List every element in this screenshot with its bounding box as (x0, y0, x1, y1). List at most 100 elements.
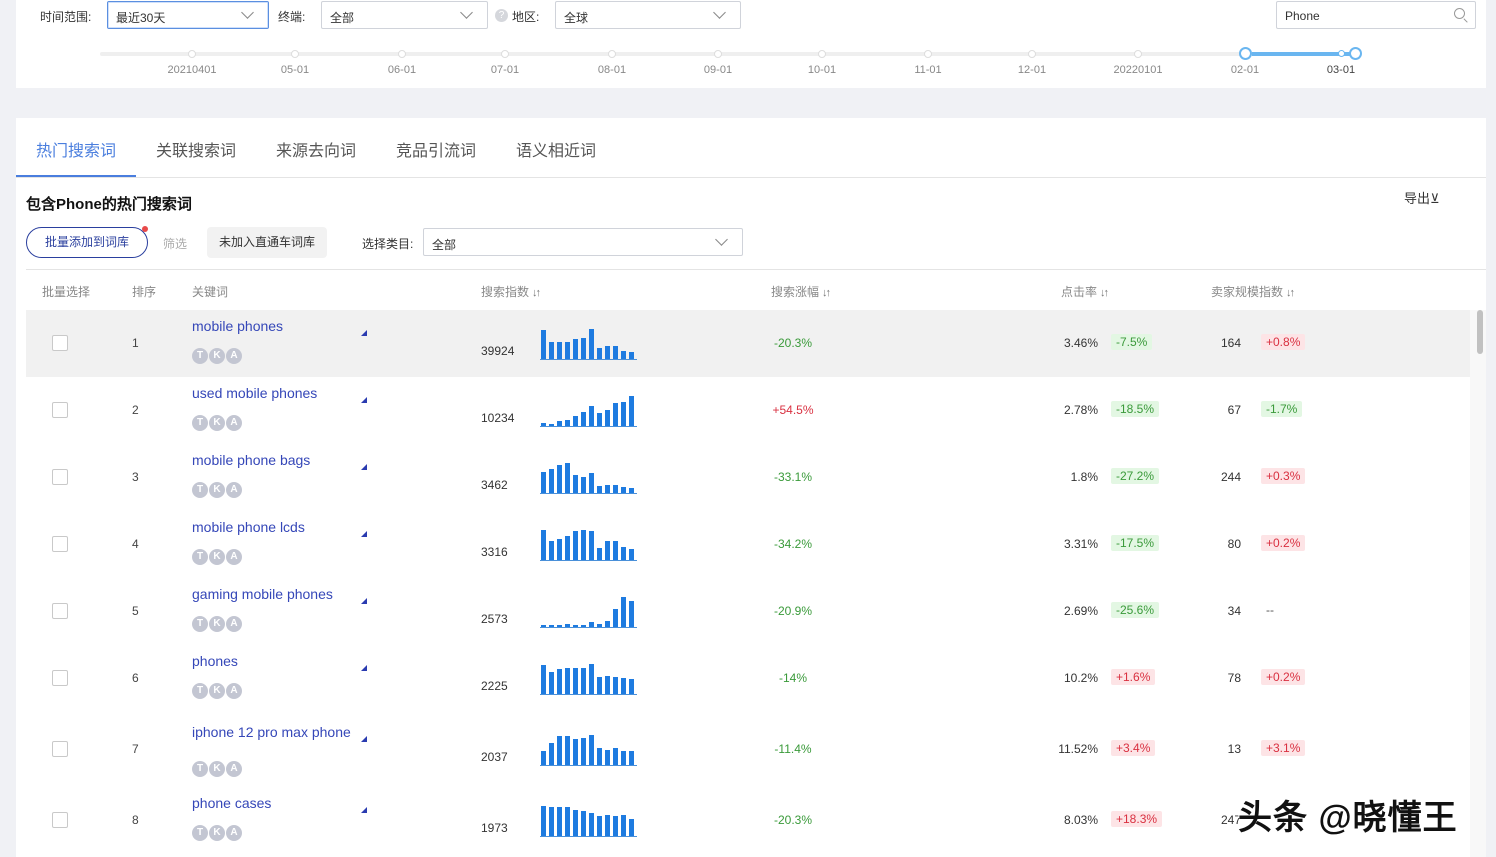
timeline-label[interactable]: 07-01 (491, 64, 519, 76)
badge-a-icon[interactable]: A (226, 825, 242, 841)
trend-sparkline[interactable] (540, 462, 637, 494)
badge-a-icon[interactable]: A (226, 348, 242, 364)
timeline-tick[interactable] (608, 50, 616, 58)
timeline-label[interactable]: 09-01 (704, 64, 732, 76)
badge-a-icon[interactable]: A (226, 415, 242, 431)
timeline-label[interactable]: 12-01 (1018, 64, 1046, 76)
keyword-link[interactable]: mobile phone lcds (192, 520, 352, 534)
badge-k-icon[interactable]: K (209, 683, 225, 699)
expand-triangle-icon[interactable] (361, 397, 367, 403)
badge-k-icon[interactable]: K (209, 415, 225, 431)
keyword-link[interactable]: gaming mobile phones (192, 587, 352, 601)
table-row[interactable]: 1 mobile phones T K A 39924 -20.3% 3.46% -7.5% 16… (26, 310, 1478, 377)
timeline-start-handle[interactable] (1239, 47, 1252, 60)
badge-a-icon[interactable]: A (226, 761, 242, 777)
table-row[interactable]: 3 mobile phone bags T K A 3462 -33.1% 1.8% -27.2… (26, 444, 1478, 511)
time-range-select[interactable]: 最近30天 (107, 1, 269, 29)
keyword-link[interactable]: used mobile phones (192, 386, 352, 400)
badge-a-icon[interactable]: A (226, 482, 242, 498)
timeline-tick[interactable] (1028, 50, 1036, 58)
badge-a-icon[interactable]: A (226, 683, 242, 699)
trend-sparkline[interactable] (540, 395, 637, 427)
trend-sparkline[interactable] (540, 805, 637, 837)
keyword-link[interactable]: phones (192, 654, 352, 668)
timeline-tick[interactable] (398, 50, 406, 58)
timeline-end-handle[interactable] (1349, 47, 1362, 60)
badge-t-icon[interactable]: T (192, 825, 208, 841)
keyword-link[interactable]: phone cases (192, 796, 352, 810)
expand-triangle-icon[interactable] (361, 531, 367, 537)
keyword-link[interactable]: mobile phone bags (192, 453, 352, 467)
badge-t-icon[interactable]: T (192, 415, 208, 431)
badge-k-icon[interactable]: K (209, 761, 225, 777)
expand-triangle-icon[interactable] (361, 464, 367, 470)
badge-t-icon[interactable]: T (192, 549, 208, 565)
table-row[interactable]: 7 iphone 12 pro max phone T K A 2037 -11.4% 11.… (26, 712, 1478, 787)
timeline-tick[interactable] (1338, 50, 1345, 57)
header-ctr[interactable]: 点击率 ↓↑ (1061, 283, 1109, 300)
row-checkbox[interactable] (52, 469, 68, 485)
search-icon[interactable] (1454, 8, 1465, 19)
expand-triangle-icon[interactable] (361, 598, 367, 604)
badge-k-icon[interactable]: K (209, 482, 225, 498)
header-search-growth[interactable]: 搜索涨幅 ↓↑ (771, 283, 831, 300)
timeline-tick[interactable] (188, 50, 196, 58)
timeline-tick[interactable] (714, 50, 722, 58)
timeline-label[interactable]: 05-01 (281, 64, 309, 76)
timeline-tick[interactable] (1134, 50, 1142, 58)
timeline-label[interactable]: 06-01 (388, 64, 416, 76)
sort-icon[interactable]: ↓↑ (532, 287, 541, 299)
row-checkbox[interactable] (52, 335, 68, 351)
terminal-select[interactable]: 全部 (321, 1, 488, 29)
trend-sparkline[interactable] (540, 529, 637, 561)
badge-t-icon[interactable]: T (192, 683, 208, 699)
badge-a-icon[interactable]: A (226, 549, 242, 565)
trend-sparkline[interactable] (540, 734, 637, 766)
badge-k-icon[interactable]: K (209, 825, 225, 841)
timeline-track[interactable] (100, 52, 1355, 56)
table-row[interactable]: 6 phones T K A 2225 -14% 10.2% +1.6% 78 +0.2% (26, 645, 1478, 712)
tab-competitor-traffic[interactable]: 竞品引流词 (396, 137, 476, 161)
region-select[interactable]: 全球 (555, 1, 741, 29)
tab-hot-search[interactable]: 热门搜索词 (36, 137, 116, 161)
sort-icon[interactable]: ↓↑ (1286, 287, 1295, 299)
badge-t-icon[interactable]: T (192, 348, 208, 364)
batch-add-button[interactable]: 批量添加到词库 (26, 227, 148, 258)
timeline-label[interactable]: 11-01 (914, 64, 941, 76)
row-checkbox[interactable] (52, 670, 68, 686)
help-icon[interactable]: ? (495, 9, 508, 22)
tab-related-search[interactable]: 关联搜索词 (156, 137, 236, 161)
timeline-label[interactable]: 08-01 (598, 64, 626, 76)
trend-sparkline[interactable] (540, 596, 637, 628)
timeline-tick[interactable] (501, 50, 509, 58)
timeline-tick[interactable] (818, 50, 826, 58)
badge-a-icon[interactable]: A (226, 616, 242, 632)
export-button[interactable]: 导出⊻ (1404, 188, 1440, 207)
row-checkbox[interactable] (52, 536, 68, 552)
badge-t-icon[interactable]: T (192, 482, 208, 498)
sort-icon[interactable]: ↓↑ (1100, 287, 1109, 299)
category-select[interactable]: 全部 (423, 228, 743, 256)
timeline-label[interactable]: 03-01 (1327, 64, 1355, 76)
expand-triangle-icon[interactable] (361, 736, 367, 742)
keyword-link[interactable]: mobile phones (192, 319, 352, 333)
tab-source-destination[interactable]: 来源去向词 (276, 137, 356, 161)
not-added-filter-chip[interactable]: 未加入直通车词库 (207, 227, 327, 258)
scrollbar-track[interactable] (1470, 310, 1486, 857)
timeline-tick[interactable] (291, 50, 299, 58)
sort-icon[interactable]: ↓↑ (822, 287, 831, 299)
badge-k-icon[interactable]: K (209, 616, 225, 632)
timeline-label[interactable]: 02-01 (1231, 64, 1259, 76)
row-checkbox[interactable] (52, 741, 68, 757)
table-row[interactable]: 5 gaming mobile phones T K A 2573 -20.9% 2.69% -… (26, 578, 1478, 645)
search-input[interactable]: Phone (1276, 1, 1476, 29)
expand-triangle-icon[interactable] (361, 665, 367, 671)
timeline-label[interactable]: 20210401 (168, 64, 217, 76)
timeline-tick[interactable] (924, 50, 932, 58)
header-seller-index[interactable]: 卖家规模指数 ↓↑ (1211, 283, 1295, 300)
trend-sparkline[interactable] (540, 663, 637, 695)
timeline-label[interactable]: 10-01 (808, 64, 836, 76)
expand-triangle-icon[interactable] (361, 330, 367, 336)
row-checkbox[interactable] (52, 402, 68, 418)
row-checkbox[interactable] (52, 603, 68, 619)
